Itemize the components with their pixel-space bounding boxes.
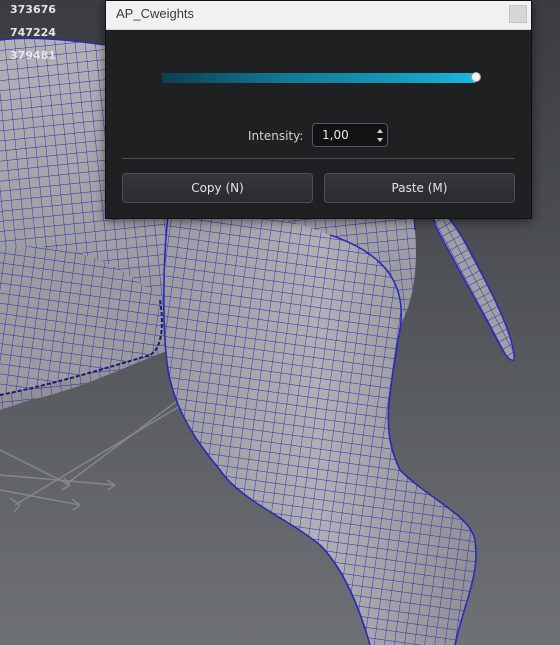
intensity-spinbox[interactable]: 1,00 <box>312 123 388 147</box>
leg-mesh <box>163 211 476 645</box>
ap-cweights-dialog: AP_Cweights Intensity: 1,00 Copy (N) Pas… <box>105 0 532 219</box>
separator <box>122 158 515 159</box>
chevron-down-icon[interactable] <box>377 138 383 142</box>
slider-fill <box>162 73 476 83</box>
chevron-up-icon[interactable] <box>377 129 383 133</box>
stat-value-2: 747224 <box>10 26 56 39</box>
close-icon[interactable] <box>509 5 527 23</box>
intensity-value[interactable]: 1,00 <box>322 128 349 142</box>
stat-value-1: 373676 <box>10 3 56 16</box>
dialog-titlebar[interactable]: AP_Cweights <box>106 1 531 30</box>
copy-button[interactable]: Copy (N) <box>122 173 313 203</box>
weight-slider[interactable] <box>162 72 481 83</box>
slider-handle[interactable] <box>471 72 481 82</box>
stat-value-3: 379481 <box>10 49 56 62</box>
tail-mesh <box>432 205 515 361</box>
paste-button[interactable]: Paste (M) <box>324 173 515 203</box>
poly-count-stats: 373676 747224 379481 <box>10 2 56 71</box>
joint-guides <box>0 394 191 513</box>
intensity-label: Intensity: <box>248 129 304 143</box>
dialog-title: AP_Cweights <box>116 6 195 21</box>
